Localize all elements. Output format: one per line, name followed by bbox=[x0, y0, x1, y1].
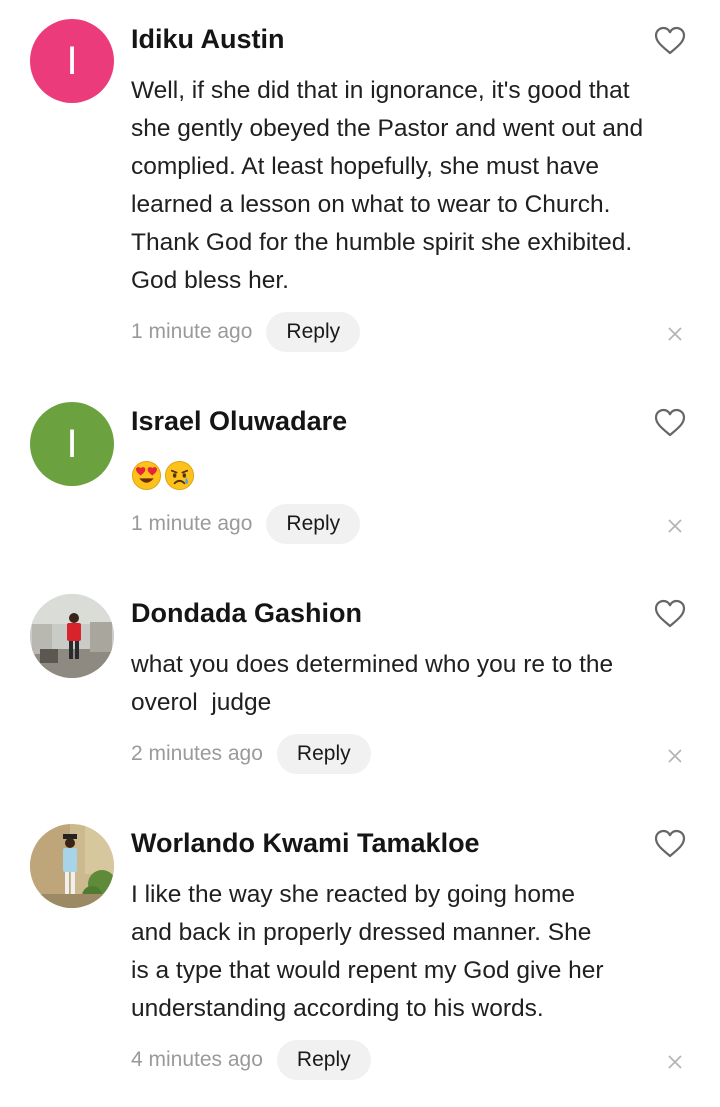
timestamp: 4 minutes ago bbox=[131, 1048, 263, 1071]
timestamp: 1 minute ago bbox=[131, 320, 253, 343]
comment-line: Well, if she did that in ignorance, it's… bbox=[131, 77, 630, 104]
comment-text: Well, if she did that in ignorance, it's… bbox=[131, 72, 691, 300]
comment-line: learned a lesson on what to wear to Chur… bbox=[131, 191, 611, 218]
comment-text: what you does determined who you re to t… bbox=[131, 646, 691, 722]
avatar-letter: I bbox=[66, 38, 78, 83]
reply-button[interactable]: Reply bbox=[266, 312, 361, 352]
timestamp: 1 minute ago bbox=[131, 512, 253, 535]
comment-line: I like the way she reacted by going home bbox=[131, 881, 575, 908]
heart-outline-icon[interactable] bbox=[654, 829, 686, 859]
comment-line: Thank God for the humble spirit she exhi… bbox=[131, 229, 633, 256]
avatar[interactable] bbox=[30, 594, 114, 678]
comment-line: is a type that would repent my God give … bbox=[131, 957, 604, 984]
comment-line: overol judge bbox=[131, 689, 272, 716]
comment-text: I like the way she reacted by going home… bbox=[131, 876, 691, 1028]
comment-item: Dondada Gashion what you does determined… bbox=[0, 575, 720, 805]
avatar[interactable]: I bbox=[30, 402, 114, 486]
close-icon[interactable] bbox=[667, 1054, 683, 1070]
comment-line: and back in properly dressed manner. She bbox=[131, 919, 592, 946]
comment-author[interactable]: Idiku Austin bbox=[131, 24, 285, 55]
person-outdoor-photo bbox=[30, 824, 114, 908]
reply-button[interactable]: Reply bbox=[266, 504, 361, 544]
comment-line: what you does determined who you re to t… bbox=[131, 651, 614, 678]
timestamp: 2 minutes ago bbox=[131, 742, 263, 765]
avatar-letter: I bbox=[66, 421, 78, 466]
comment-line: complied. At least hopefully, she must h… bbox=[131, 153, 600, 180]
comment-line: understanding according to his words. bbox=[131, 995, 544, 1022]
comment-meta: 1 minute ago Reply bbox=[131, 504, 361, 544]
comment-item: I Israel Oluwadare 1 minute ago Reply bbox=[0, 380, 720, 575]
comment-meta: 2 minutes ago Reply bbox=[131, 734, 371, 774]
close-icon[interactable] bbox=[667, 748, 683, 764]
heart-outline-icon[interactable] bbox=[654, 408, 686, 438]
close-icon[interactable] bbox=[667, 518, 683, 534]
comment-meta: 4 minutes ago Reply bbox=[131, 1040, 371, 1080]
avatar[interactable]: I bbox=[30, 19, 114, 103]
avatar[interactable] bbox=[30, 824, 114, 908]
crying-face-emoji bbox=[164, 461, 195, 491]
heart-eyes-emoji bbox=[131, 461, 162, 491]
comment-item: I Idiku Austin Well, if she did that in … bbox=[0, 0, 720, 380]
comment-text bbox=[131, 456, 691, 494]
comment-author[interactable]: Dondada Gashion bbox=[131, 598, 362, 629]
comment-author[interactable]: Worlando Kwami Tamakloe bbox=[131, 828, 480, 859]
comment-line: God bless her. bbox=[131, 267, 289, 294]
heart-outline-icon[interactable] bbox=[654, 26, 686, 56]
person-red-shirt-photo bbox=[30, 594, 114, 678]
close-icon[interactable] bbox=[667, 326, 683, 342]
heart-outline-icon[interactable] bbox=[654, 599, 686, 629]
comment-author[interactable]: Israel Oluwadare bbox=[131, 406, 347, 437]
comment-item: Worlando Kwami Tamakloe I like the way s… bbox=[0, 805, 720, 1107]
reply-button[interactable]: Reply bbox=[276, 1040, 371, 1080]
comment-line: she gently obeyed the Pastor and went ou… bbox=[131, 115, 644, 142]
comment-meta: 1 minute ago Reply bbox=[131, 312, 361, 352]
reply-button[interactable]: Reply bbox=[276, 734, 371, 774]
